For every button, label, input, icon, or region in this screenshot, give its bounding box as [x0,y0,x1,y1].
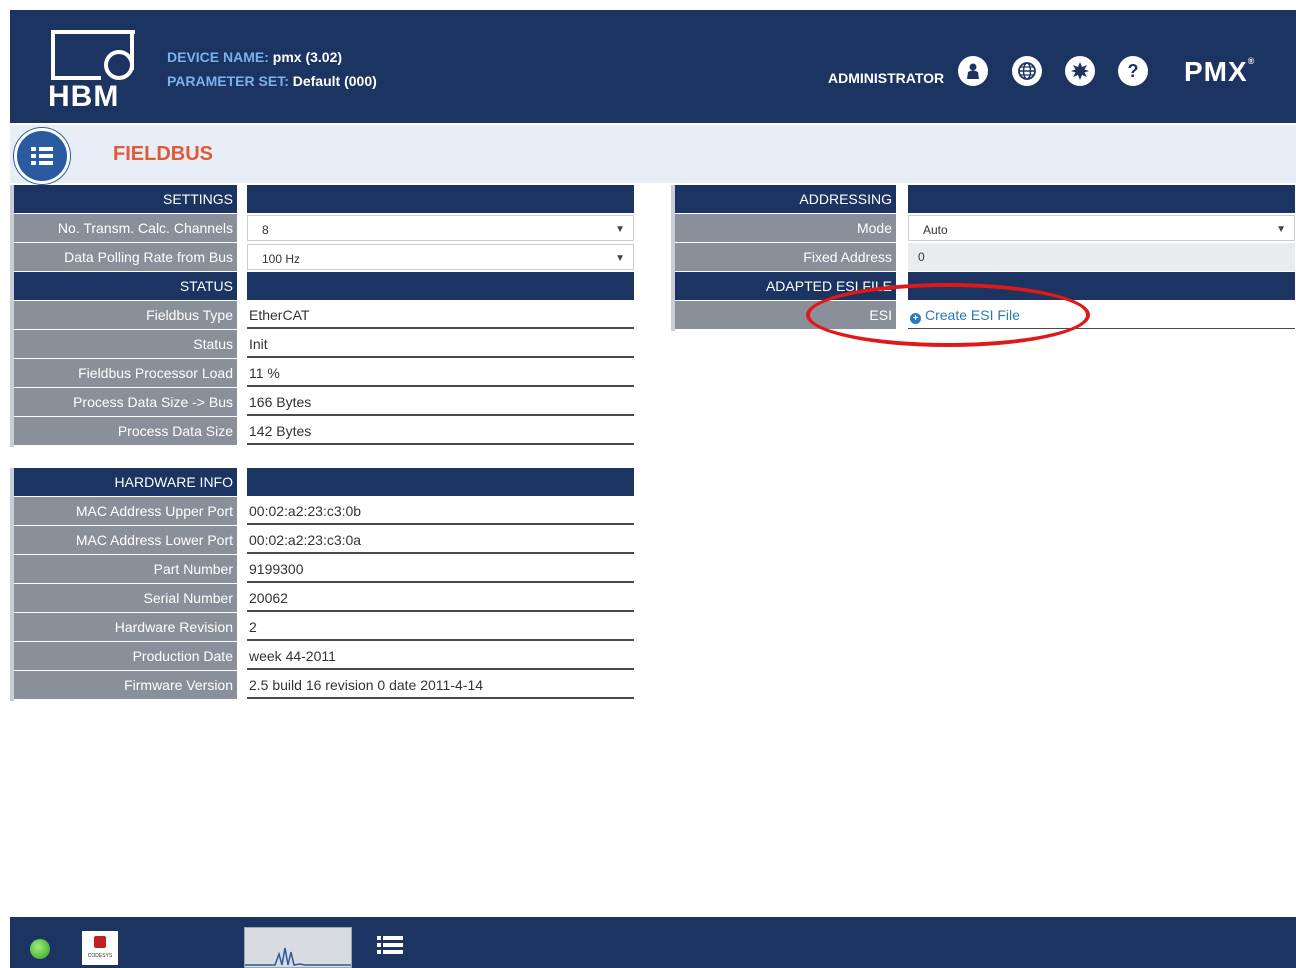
device-name-label: DEVICE NAME: [167,49,269,65]
polling-rate-label: Data Polling Rate from Bus [14,243,237,271]
help-icon[interactable]: ? [1118,56,1148,86]
polling-rate-select[interactable]: 100 Hz ▼ [247,244,634,270]
page-title: FIELDBUS [113,143,213,165]
device-name-value: pmx (3.02) [272,49,343,65]
main-menu-button[interactable] [14,128,70,184]
dropdown-arrow-icon: ▼ [615,224,625,235]
mode-select[interactable]: Auto ▼ [908,215,1295,241]
globe-icon[interactable] [1012,56,1042,86]
signal-monitor-button[interactable] [244,927,352,968]
mac-lower-label: MAC Address Lower Port [14,526,237,554]
part-number-label: Part Number [14,555,237,583]
processor-load-value: 11 % [247,359,634,387]
title-bar: FIELDBUS [10,125,1296,184]
codesys-icon[interactable]: CODESYS [82,931,118,965]
fixed-address-field[interactable]: 0 [908,243,1295,271]
serial-number-label: Serial Number [14,584,237,612]
addressing-header: ADDRESSING [675,185,896,213]
mac-upper-value: 00:02:a2:23:c3:0b [247,497,634,525]
hardware-revision-label: Hardware Revision [14,613,237,641]
process-data-size-value: 142 Bytes [247,417,634,445]
waveform-icon [245,947,351,966]
process-data-size-bus-value: 166 Bytes [247,388,634,416]
status-value: Init [247,330,634,358]
settings-burst-icon[interactable] [1065,56,1095,86]
parameter-set-label: PARAMETER SET: [167,73,289,89]
calc-channels-label: No. Transm. Calc. Channels [14,214,237,242]
production-date-value: week 44-2011 [247,642,634,670]
dropdown-arrow-icon: ▼ [615,253,625,264]
list-menu-icon [31,144,53,168]
settings-header: SETTINGS [14,185,237,213]
list-view-icon[interactable] [377,936,403,954]
status-label: Status [14,330,237,358]
pmx-logo: PMX® [1184,56,1256,87]
hardware-header: HARDWARE INFO [14,468,237,496]
fixed-address-label: Fixed Address [675,243,896,271]
production-date-label: Production Date [14,642,237,670]
device-info: DEVICE NAME: pmx (3.02) PARAMETER SET: D… [167,45,377,93]
user-role: ADMINISTRATOR [828,70,945,86]
calc-channels-select[interactable]: 8 ▼ [247,215,634,241]
part-number-value: 9199300 [247,555,634,583]
status-footer: CODESYS [10,917,1296,968]
mac-lower-value: 00:02:a2:23:c3:0a [247,526,634,554]
processor-load-label: Fieldbus Processor Load [14,359,237,387]
firmware-version-value: 2.5 build 16 revision 0 date 2011-4-14 [247,671,634,699]
process-data-size-label: Process Data Size [14,417,237,445]
status-led-icon [30,939,50,959]
parameter-set-value: Default (000) [292,73,377,89]
firmware-version-label: Firmware Version [14,671,237,699]
hbm-logo: HBM [48,28,138,113]
user-icon[interactable] [958,56,988,86]
dropdown-arrow-icon: ▼ [1276,224,1286,235]
highlight-ellipse [806,283,1090,347]
fieldbus-type-value: EtherCAT [247,301,634,329]
process-data-size-bus-label: Process Data Size -> Bus [14,388,237,416]
hardware-revision-value: 2 [247,613,634,641]
status-header: STATUS [14,272,237,300]
serial-number-value: 20062 [247,584,634,612]
mode-label: Mode [675,214,896,242]
mac-upper-label: MAC Address Upper Port [14,497,237,525]
app-header: HBM DEVICE NAME: pmx (3.02) PARAMETER SE… [10,10,1296,123]
fieldbus-type-label: Fieldbus Type [14,301,237,329]
